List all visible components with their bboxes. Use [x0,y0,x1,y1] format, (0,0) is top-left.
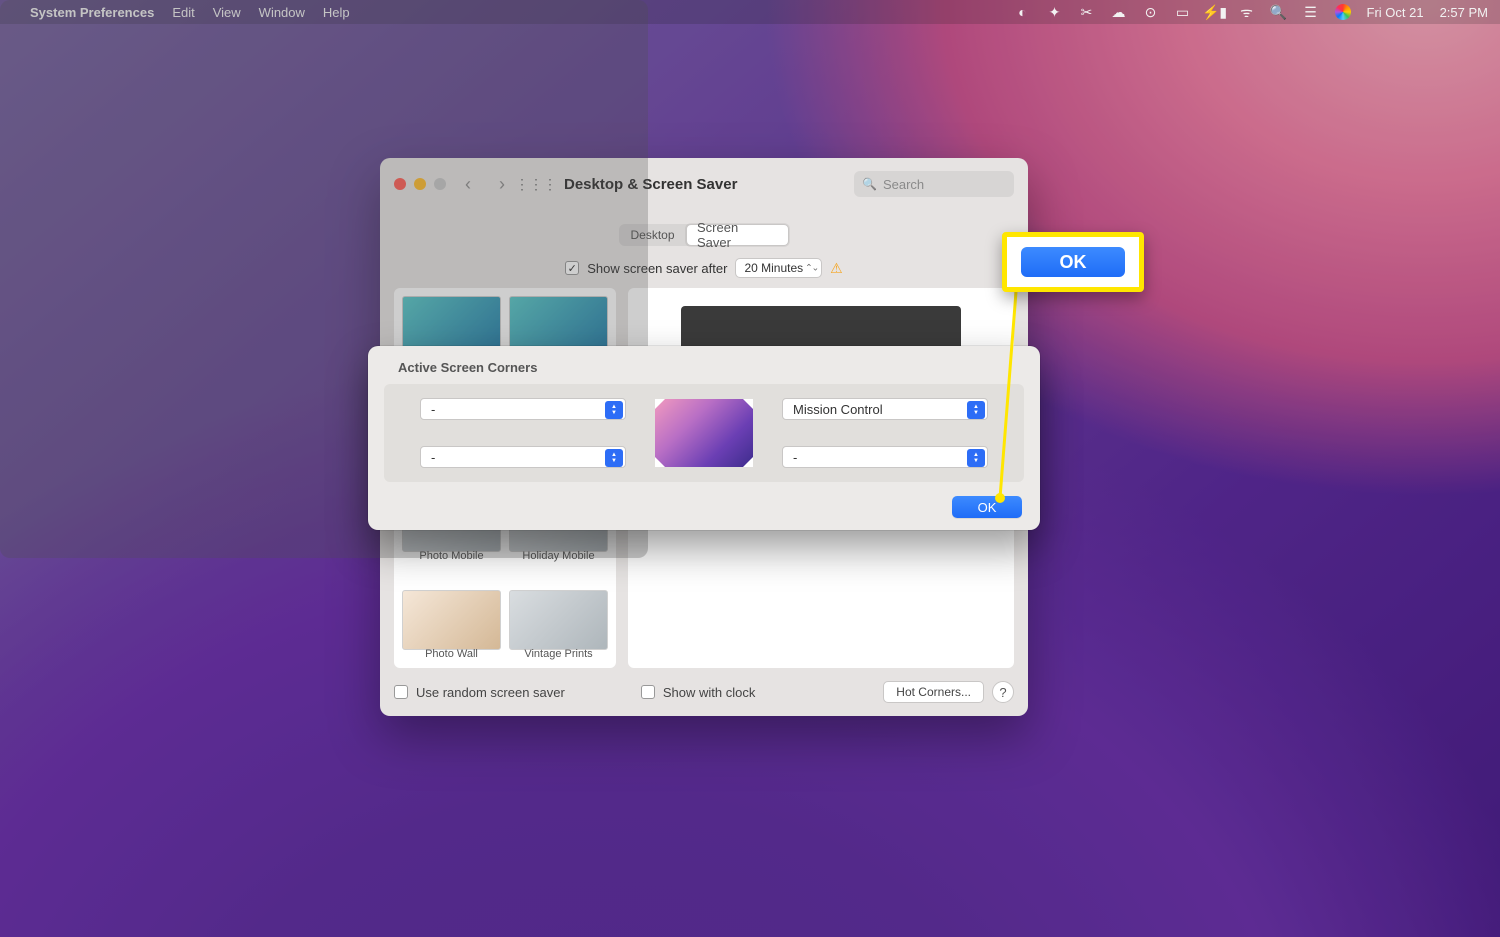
menu-bar: System Preferences Edit View Window Help… [0,0,1500,24]
show-after-row: ✓ Show screen saver after 20 Minutes ⚠︎ [380,258,1028,278]
random-label: Use random screen saver [416,685,565,700]
thumb-label: Vintage Prints [509,648,608,660]
back-button[interactable]: ‹ [456,172,480,196]
chevron-updown-icon [967,449,985,467]
corner-indicator-icon [743,399,753,409]
tab-bar: Desktop Screen Saver [619,224,789,246]
clock-checkbox[interactable] [641,685,655,699]
bottom-row: Use random screen saver Show with clock … [394,678,1014,706]
corner-value: - [431,450,435,465]
menubar-time[interactable]: 2:57 PM [1440,5,1488,20]
sheet-body: - Mission Control - - [384,384,1024,482]
corner-value: Mission Control [793,402,883,417]
screensaver-thumb[interactable]: Vintage Prints [509,590,608,668]
ok-button[interactable]: OK [952,496,1022,518]
hot-corners-sheet: Active Screen Corners - Mission Control … [368,346,1040,530]
minimize-button[interactable] [414,178,426,190]
show-after-popup[interactable]: 20 Minutes [735,258,822,278]
forward-button[interactable]: › [490,172,514,196]
screensaver-thumb[interactable]: Photo Wall [402,590,501,668]
warning-icon: ⚠︎ [830,260,843,277]
corner-select-tl[interactable]: - [420,398,626,420]
menubar-date[interactable]: Fri Oct 21 [1367,5,1424,20]
thumb-label: Holiday Mobile [509,550,608,562]
battery-icon[interactable]: ⚡▮ [1207,4,1223,20]
search-icon: 🔍 [862,177,877,191]
callout-dot [995,493,1005,503]
status-icon[interactable]: ✦ [1047,4,1063,20]
tab-screen-saver[interactable]: Screen Saver [686,224,789,246]
chevron-updown-icon [605,449,623,467]
corner-select-br[interactable]: - [782,446,988,468]
display-thumbnail [655,399,753,467]
random-checkbox[interactable] [394,685,408,699]
control-center-icon[interactable]: ☰ [1303,4,1319,20]
corner-value: - [431,402,435,417]
callout-box: OK [1002,232,1144,292]
corner-indicator-icon [743,457,753,467]
close-button[interactable] [394,178,406,190]
menu-help[interactable]: Help [323,5,350,20]
help-button[interactable]: ? [992,681,1014,703]
corner-indicator-icon [655,399,665,409]
corner-value: - [793,450,797,465]
thumb-label: Photo Mobile [402,550,501,562]
chevron-updown-icon [605,401,623,419]
status-icon[interactable]: ☁ [1111,4,1127,20]
show-after-label: Show screen saver after [587,261,727,276]
hot-corners-button[interactable]: Hot Corners... [883,681,984,703]
app-menu[interactable]: System Preferences [30,5,154,20]
thumb-label: Photo Wall [402,648,501,660]
show-after-checkbox[interactable]: ✓ [565,261,579,275]
zoom-button[interactable] [434,178,446,190]
corner-indicator-icon [655,457,665,467]
chevron-updown-icon [967,401,985,419]
wifi-icon[interactable]: ᯤ [1239,4,1255,20]
menu-edit[interactable]: Edit [172,5,194,20]
clock-label: Show with clock [663,685,755,700]
callout-ok-button: OK [1021,247,1125,277]
corner-select-bl[interactable]: - [420,446,626,468]
search-placeholder: Search [883,177,924,192]
show-all-button[interactable]: ⋮⋮⋮ [524,172,548,196]
status-icon[interactable]: ⊙ [1143,4,1159,20]
menu-view[interactable]: View [213,5,241,20]
status-icon[interactable]: ◐ [1015,4,1031,20]
tab-desktop[interactable]: Desktop [619,224,686,246]
traffic-lights [394,178,446,190]
status-icon[interactable]: ▭ [1175,4,1191,20]
status-icon[interactable]: ✂ [1079,4,1095,20]
menu-window[interactable]: Window [259,5,305,20]
window-titlebar: ‹ › ⋮⋮⋮ Desktop & Screen Saver 🔍 Search [380,158,1028,210]
sheet-title: Active Screen Corners [398,360,537,375]
search-field[interactable]: 🔍 Search [854,171,1014,197]
corner-select-tr[interactable]: Mission Control [782,398,988,420]
window-title: Desktop & Screen Saver [564,176,737,193]
spotlight-icon[interactable]: 🔍 [1271,4,1287,20]
siri-icon[interactable] [1335,4,1351,20]
